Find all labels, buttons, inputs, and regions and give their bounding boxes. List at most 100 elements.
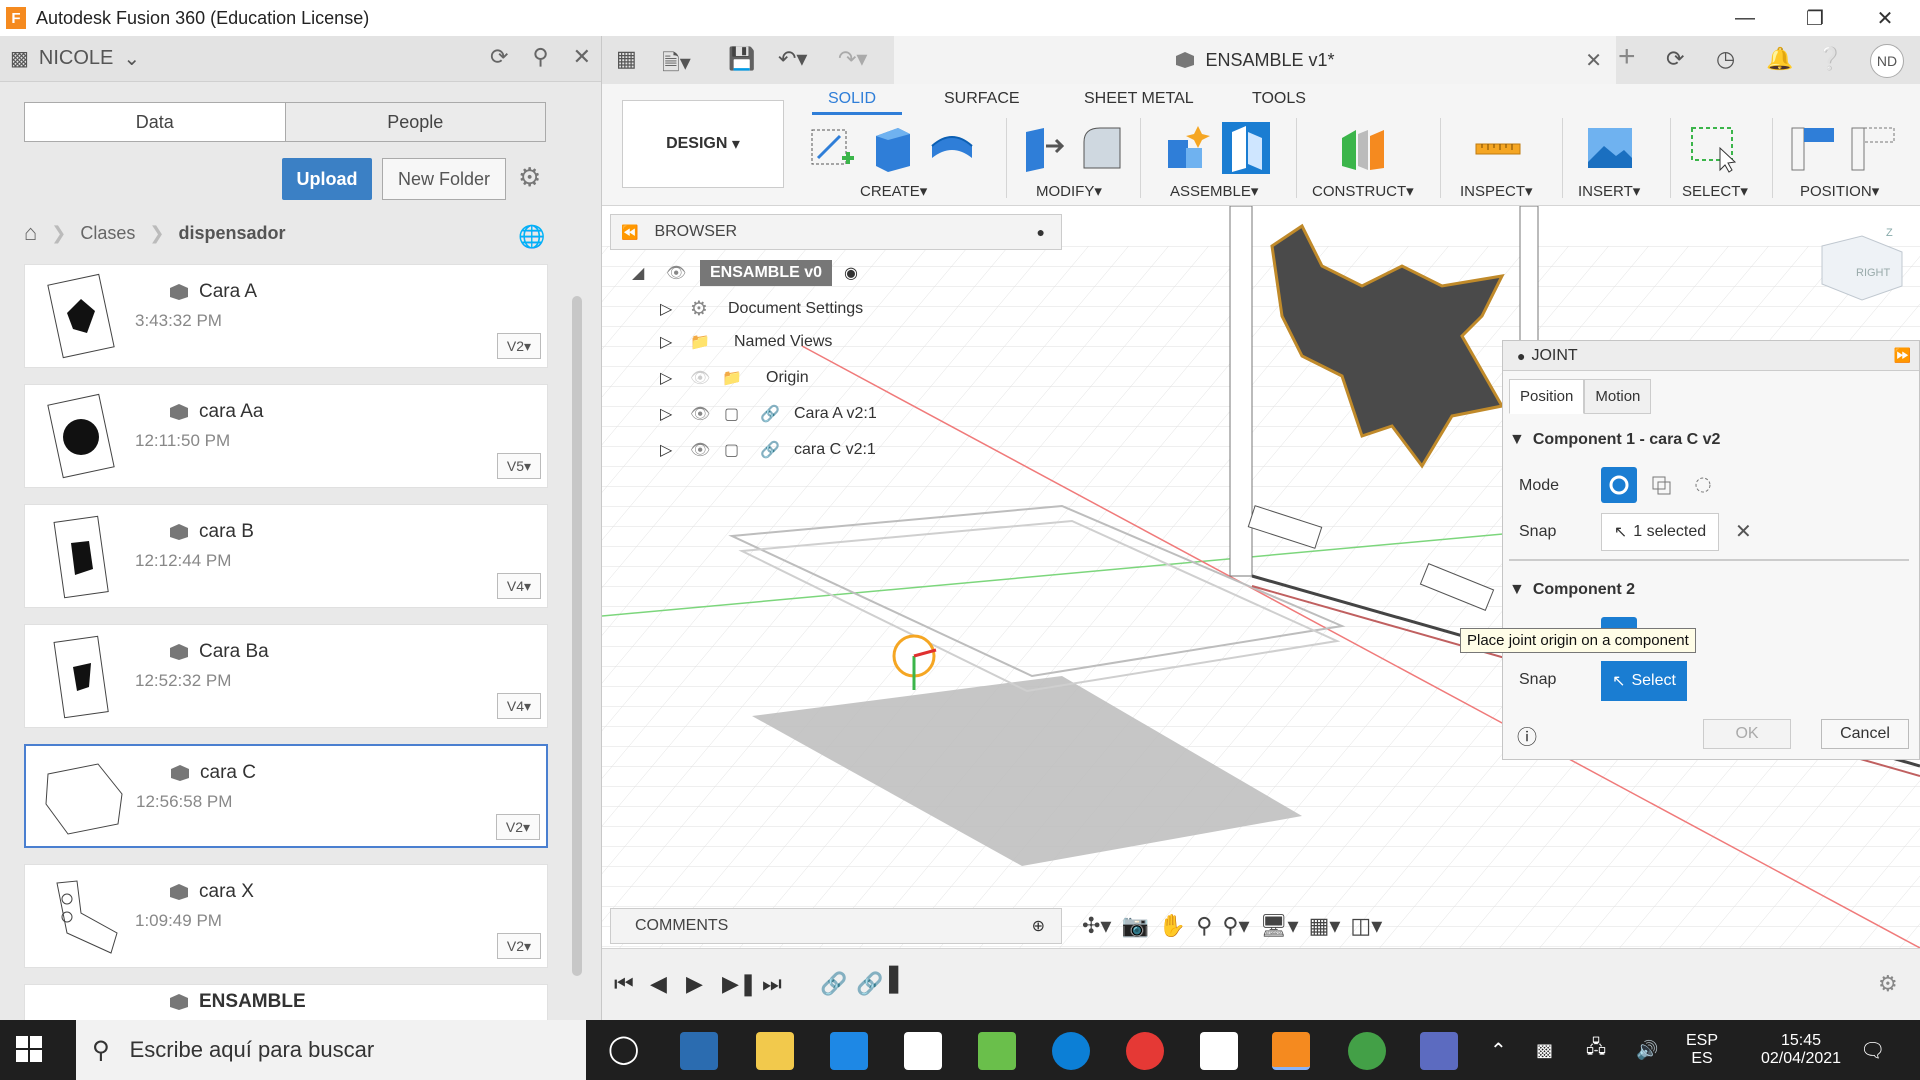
triangle-right-icon[interactable]: ▷ xyxy=(660,404,690,424)
amazon-icon[interactable] xyxy=(904,1032,942,1070)
tree-item-origin[interactable]: ▷ 👁 📁 Origin xyxy=(660,368,809,388)
language-indicator[interactable]: ESP ES xyxy=(1686,1020,1718,1080)
browser-root[interactable]: ENSAMBLE v0 xyxy=(700,260,833,286)
edge-icon[interactable] xyxy=(1052,1032,1090,1070)
tree-item-named-views[interactable]: ▷ 📁 Named Views xyxy=(660,332,832,352)
windows-start-icon[interactable] xyxy=(14,1034,44,1064)
minimize-button[interactable]: — xyxy=(1710,0,1780,36)
grid-settings-icon[interactable]: ▦▾ xyxy=(1309,913,1341,939)
tab-data[interactable]: Data xyxy=(25,103,285,141)
tab-sheet-metal[interactable]: SHEET METAL xyxy=(1084,90,1194,108)
file-explorer-icon[interactable] xyxy=(756,1032,794,1070)
revert-position-icon[interactable] xyxy=(1850,122,1898,174)
revolve-icon[interactable] xyxy=(928,122,976,174)
timeline-joint-feature-icon[interactable]: 🔗 xyxy=(820,971,847,997)
save-icon[interactable]: 💾 xyxy=(728,46,755,72)
triangle-right-icon[interactable]: ▷ xyxy=(660,368,690,388)
triangle-right-icon[interactable]: ▷ xyxy=(660,440,690,460)
list-item-selected[interactable]: cara C 12:56:58 PM V2 ▾ xyxy=(24,744,548,848)
avatar[interactable]: ND xyxy=(1870,44,1904,78)
fillet-icon[interactable] xyxy=(1078,122,1126,174)
mail-icon[interactable] xyxy=(830,1032,868,1070)
fit-icon[interactable]: ⚲▾ xyxy=(1222,913,1249,939)
volume-icon[interactable]: 🔊 xyxy=(1636,1020,1658,1080)
close-window-button[interactable]: ✕ xyxy=(1850,0,1920,36)
tab-tools[interactable]: TOOLS xyxy=(1252,90,1306,108)
version-dropdown[interactable]: V4 ▾ xyxy=(497,573,541,599)
browser-root-row[interactable]: ◢ 👁 ENSAMBLE v0 ◉ xyxy=(632,260,858,286)
tab-motion[interactable]: Motion xyxy=(1584,379,1652,414)
list-item[interactable]: Cara A 3:43:32 PM V2 ▾ xyxy=(24,264,548,368)
fusion-taskbar-icon[interactable] xyxy=(1272,1032,1310,1070)
version-dropdown[interactable]: V2 ▾ xyxy=(496,814,540,840)
triangle-expanded-icon[interactable]: ◢ xyxy=(632,263,666,283)
gear-icon[interactable]: ⚙ xyxy=(518,162,541,193)
orbit-icon[interactable]: ✣▾ xyxy=(1082,913,1111,939)
chrome-icon[interactable] xyxy=(1126,1032,1164,1070)
triangle-right-icon[interactable]: ▷ xyxy=(660,332,690,352)
minimize-panel-icon[interactable]: ● xyxy=(1037,224,1045,240)
snap-selection[interactable]: ↖ 1 selected xyxy=(1601,513,1719,551)
battery-icon[interactable]: ▩ xyxy=(1536,1020,1553,1080)
previous-step-icon[interactable]: ◀ xyxy=(650,971,667,997)
job-status-icon[interactable]: ◷ xyxy=(1716,46,1735,72)
expand-dialog-icon[interactable]: ⏩ xyxy=(1894,347,1911,364)
home-icon[interactable]: ⌂ xyxy=(24,220,37,246)
ok-button[interactable]: OK xyxy=(1703,719,1791,749)
version-dropdown[interactable]: V2 ▾ xyxy=(497,933,541,959)
dialog-minimize-icon[interactable]: ● xyxy=(1517,348,1525,364)
play-icon[interactable]: ▶ xyxy=(686,971,703,997)
timeline-joint-feature-icon[interactable]: 🔗 xyxy=(856,971,883,997)
eye-icon[interactable]: 👁 xyxy=(690,440,724,460)
last-step-icon[interactable]: ⏭ xyxy=(762,971,782,997)
first-step-icon[interactable]: ⏮ xyxy=(614,971,634,997)
insert-image-icon[interactable] xyxy=(1586,122,1634,174)
select-icon[interactable] xyxy=(1690,122,1738,174)
eye-icon[interactable]: 👁 xyxy=(666,263,700,283)
close-icon[interactable]: ✕ xyxy=(573,44,591,70)
group-select[interactable]: SELECT▾ xyxy=(1682,182,1748,200)
tab-position[interactable]: Position xyxy=(1509,379,1585,414)
capture-position-icon[interactable] xyxy=(1790,122,1838,174)
tab-solid[interactable]: SOLID xyxy=(828,90,876,108)
notifications-icon[interactable]: 🔔 xyxy=(1766,46,1793,72)
add-comment-icon[interactable]: ⊕ xyxy=(1032,916,1045,936)
user-selector[interactable]: ▩ NICOLE ⌄ xyxy=(10,46,140,71)
tree-item-document-settings[interactable]: ▷ ⚙ Document Settings xyxy=(660,296,863,321)
network-icon[interactable]: 🖧 xyxy=(1586,1020,1606,1080)
close-tab-icon[interactable]: ✕ xyxy=(1585,48,1602,73)
clock[interactable]: 15:45 02/04/2021 xyxy=(1746,1020,1856,1080)
group-construct[interactable]: CONSTRUCT▾ xyxy=(1312,182,1414,200)
group-modify[interactable]: MODIFY▾ xyxy=(1036,182,1102,200)
media-app-icon[interactable] xyxy=(1200,1032,1238,1070)
file-menu-icon[interactable]: 🗎▾ xyxy=(662,46,691,84)
app-grid-icon[interactable]: ▦ xyxy=(616,46,637,72)
eye-hidden-icon[interactable]: 👁 xyxy=(690,368,722,388)
tray-chevron-icon[interactable]: ⌃ xyxy=(1490,1020,1507,1080)
new-tab-icon[interactable]: + xyxy=(1618,40,1636,74)
list-item[interactable]: cara Aa 12:11:50 PM V5 ▾ xyxy=(24,384,548,488)
teams-icon[interactable] xyxy=(1420,1032,1458,1070)
task-view-icon[interactable]: ◯ xyxy=(608,1032,639,1065)
list-item[interactable]: cara X 1:09:49 PM V2 ▾ xyxy=(24,864,548,968)
mode-two-edge-intersection-button[interactable] xyxy=(1685,467,1721,503)
timeline-settings-icon[interactable]: ⚙ xyxy=(1878,971,1898,997)
extensions-icon[interactable]: ⟳ xyxy=(1666,46,1684,72)
help-icon[interactable]: ❔ xyxy=(1816,46,1843,72)
group-position[interactable]: POSITION▾ xyxy=(1800,182,1879,200)
group-insert[interactable]: INSERT▾ xyxy=(1578,182,1640,200)
version-dropdown[interactable]: V2 ▾ xyxy=(497,333,541,359)
clear-selection-icon[interactable]: ✕ xyxy=(1735,519,1752,544)
chrome-profile-icon[interactable] xyxy=(1348,1032,1386,1070)
workspace-switcher[interactable]: DESIGN ▾ xyxy=(622,100,784,188)
tree-item-cara-a[interactable]: ▷ 👁 ▢ 🔗 Cara A v2:1 xyxy=(660,404,877,424)
refresh-icon[interactable]: ⟳ xyxy=(490,44,508,70)
extrude-icon[interactable] xyxy=(868,122,916,174)
version-dropdown[interactable]: V4 ▾ xyxy=(497,693,541,719)
list-item[interactable]: Cara Ba 12:52:32 PM V4 ▾ xyxy=(24,624,548,728)
group-assemble[interactable]: ASSEMBLE▾ xyxy=(1170,182,1258,200)
mode-between-two-faces-button[interactable] xyxy=(1643,467,1679,503)
pan-icon[interactable]: ✋ xyxy=(1159,913,1186,939)
version-dropdown[interactable]: V5 ▾ xyxy=(497,453,541,479)
look-at-icon[interactable]: 📷 xyxy=(1121,913,1148,939)
